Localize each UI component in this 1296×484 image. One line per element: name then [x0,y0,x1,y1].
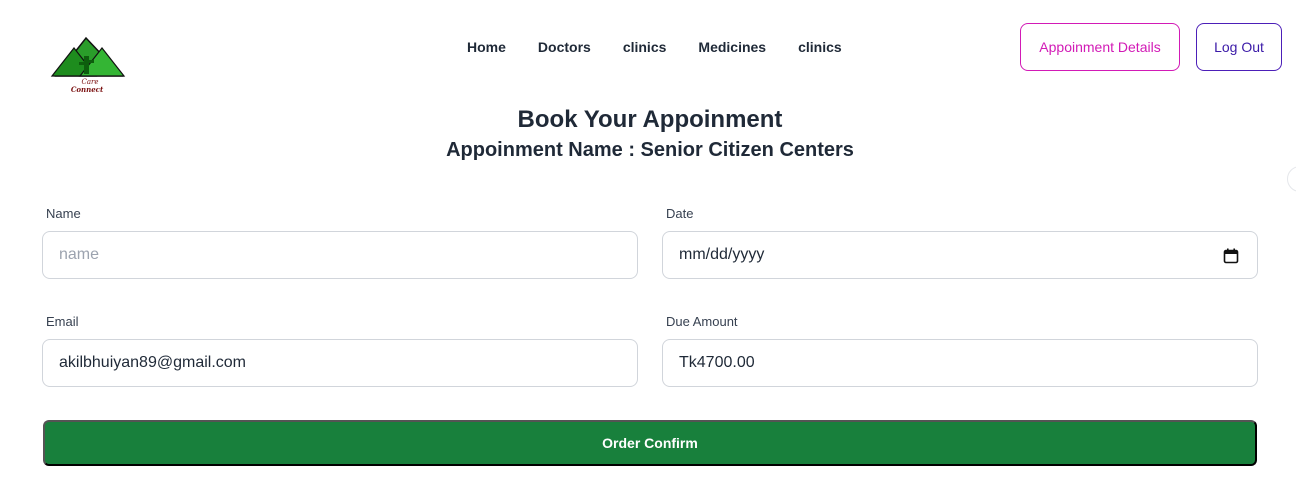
name-label: Name [46,206,81,221]
care-connect-logo[interactable]: Care Connect [50,34,126,96]
due-amount-value: Tk4700.00 [679,354,755,371]
date-value: mm/dd/yyyy [679,246,765,263]
nav-clinics[interactable]: clinics [623,38,667,56]
page-title: Book Your Appoinment [517,106,783,133]
page: Care Connect Home Doctors clinics Medici… [0,0,1296,484]
calendar-icon[interactable] [1223,248,1239,264]
email-label: Email [46,314,79,329]
date-input[interactable]: mm/dd/yyyy [662,231,1258,279]
due-amount-label: Due Amount [666,314,738,329]
order-confirm-button[interactable]: Order Confirm [43,420,1257,466]
appointment-details-button[interactable]: Appoinment Details [1020,23,1180,71]
appointment-name: Appoinment Name : Senior Citizen Centers [446,139,854,161]
nav-clinics-2[interactable]: clinics [798,38,842,56]
main-nav: Home Doctors clinics Medicines clinics [467,38,842,56]
date-label: Date [666,206,694,221]
nav-medicines[interactable]: Medicines [698,38,766,56]
nav-doctors[interactable]: Doctors [538,38,591,56]
email-input[interactable]: akilbhuiyan89@gmail.com [42,339,638,387]
name-input[interactable]: name [42,231,638,279]
logo-text-line2: Connect [71,85,104,94]
scroll-edge-indicator[interactable] [1287,166,1296,192]
nav-home[interactable]: Home [467,38,506,56]
email-value: akilbhuiyan89@gmail.com [59,354,246,371]
logout-button[interactable]: Log Out [1196,23,1282,71]
due-amount-input[interactable]: Tk4700.00 [662,339,1258,387]
name-placeholder: name [59,246,100,263]
